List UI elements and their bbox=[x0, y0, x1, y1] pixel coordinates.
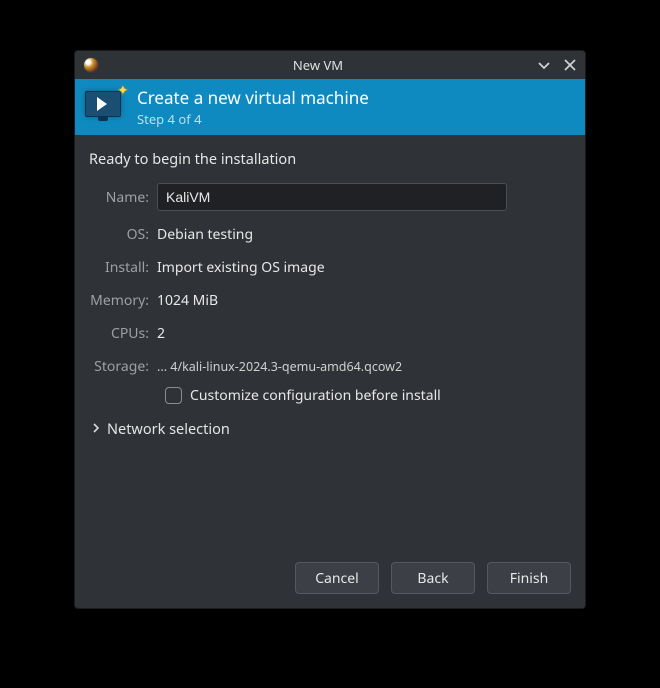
cpus-label: CPUs: bbox=[89, 324, 157, 343]
close-button[interactable] bbox=[563, 58, 577, 72]
cpus-value: 2 bbox=[157, 324, 569, 343]
customize-checkbox[interactable] bbox=[165, 387, 182, 404]
os-value: Debian testing bbox=[157, 225, 569, 244]
storage-value: ... 4/kali-linux-2024.3-qemu-amd64.qcow2 bbox=[157, 358, 569, 375]
close-icon bbox=[564, 59, 576, 71]
wizard-header-text: Create a new virtual machine Step 4 of 4 bbox=[137, 86, 369, 128]
memory-label: Memory: bbox=[89, 291, 157, 310]
install-value: Import existing OS image bbox=[157, 258, 569, 277]
customize-label: Customize configuration before install bbox=[190, 386, 441, 405]
network-selection-expander[interactable]: Network selection bbox=[89, 419, 569, 439]
row-memory: Memory: 1024 MiB bbox=[89, 287, 569, 313]
app-icon bbox=[83, 57, 99, 73]
wizard-footer: Cancel Back Finish bbox=[75, 550, 585, 608]
os-label: OS: bbox=[89, 225, 157, 244]
name-input[interactable] bbox=[157, 183, 507, 211]
new-vm-dialog: New VM ✦ Create a new virtual machine St… bbox=[74, 50, 586, 609]
row-cpus: CPUs: 2 bbox=[89, 320, 569, 346]
row-install: Install: Import existing OS image bbox=[89, 254, 569, 280]
cancel-button[interactable]: Cancel bbox=[295, 562, 379, 594]
titlebar: New VM bbox=[75, 51, 585, 79]
window-controls bbox=[537, 58, 577, 72]
row-storage: Storage: ... 4/kali-linux-2024.3-qemu-am… bbox=[89, 353, 569, 379]
row-os: OS: Debian testing bbox=[89, 221, 569, 247]
name-label: Name: bbox=[89, 188, 157, 207]
customize-row: Customize configuration before install bbox=[89, 386, 569, 405]
minimize-button[interactable] bbox=[537, 58, 551, 72]
wizard-header: ✦ Create a new virtual machine Step 4 of… bbox=[75, 79, 585, 135]
memory-value: 1024 MiB bbox=[157, 291, 569, 310]
chevron-down-icon bbox=[537, 58, 551, 72]
wizard-body: Ready to begin the installation Name: OS… bbox=[75, 135, 585, 550]
finish-button[interactable]: Finish bbox=[487, 562, 571, 594]
wizard-title: Create a new virtual machine bbox=[137, 86, 369, 109]
storage-label: Storage: bbox=[89, 357, 157, 376]
vm-icon: ✦ bbox=[85, 87, 127, 127]
chevron-right-icon bbox=[91, 419, 101, 439]
network-selection-label: Network selection bbox=[107, 419, 230, 439]
row-name: Name: bbox=[89, 183, 569, 211]
window-title: New VM bbox=[99, 56, 537, 74]
ready-heading: Ready to begin the installation bbox=[89, 149, 569, 169]
wizard-step: Step 4 of 4 bbox=[137, 110, 369, 128]
back-button[interactable]: Back bbox=[391, 562, 475, 594]
install-label: Install: bbox=[89, 258, 157, 277]
